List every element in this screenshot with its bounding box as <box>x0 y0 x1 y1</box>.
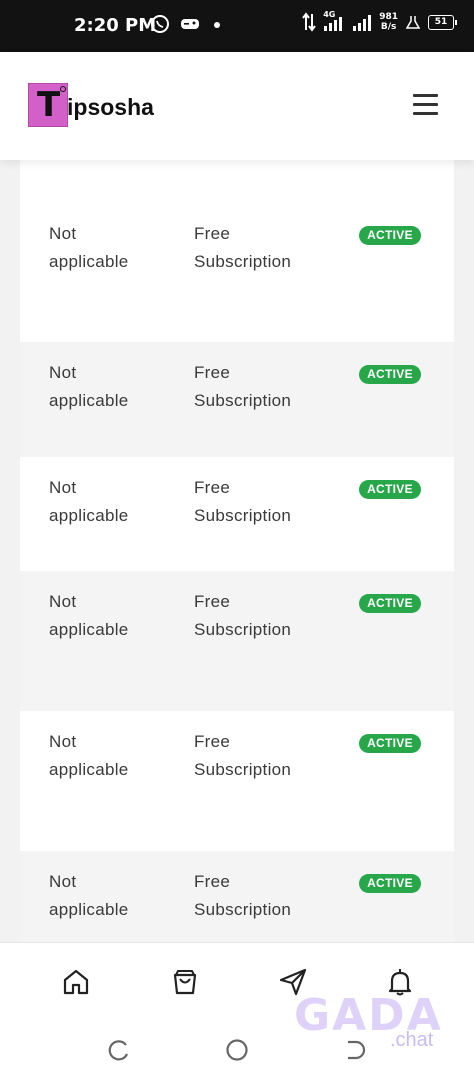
table-row: Not applicable Free Subscription ACTIVE <box>20 851 454 942</box>
card-top-partial <box>20 160 454 202</box>
status-badge: ACTIVE <box>359 594 421 613</box>
network-speed: 981 B/s <box>379 12 398 32</box>
home-icon[interactable] <box>60 966 92 998</box>
status-badge: ACTIVE <box>359 480 421 499</box>
table-row: Not applicable Free Subscription ACTIVE <box>20 711 454 851</box>
plan-cell: Not applicable <box>49 872 129 919</box>
status-time: 2:20 PM <box>74 15 157 36</box>
whatsapp-icon <box>151 15 169 33</box>
watermark-sub: .chat <box>390 1029 434 1051</box>
home-circle-icon[interactable] <box>224 1037 250 1063</box>
battery-icon: 51 <box>428 14 457 30</box>
signal-icon <box>353 15 372 31</box>
game-controller-icon <box>181 19 199 29</box>
status-badge: ACTIVE <box>359 226 421 245</box>
table-row: Not applicable Free Subscription ACTIVE <box>20 342 454 457</box>
signal-4g-icon: 4G <box>323 10 345 32</box>
logo[interactable]: T <box>28 83 68 127</box>
status-badge: ACTIVE <box>359 365 421 384</box>
bottom-nav: GADA .chat <box>0 942 474 1081</box>
notification-dot-icon <box>214 22 220 28</box>
type-cell: Free Subscription <box>194 732 292 779</box>
plan-cell: Not applicable <box>49 732 129 779</box>
type-cell: Free Subscription <box>194 872 292 919</box>
data-arrows-icon <box>302 12 317 32</box>
recents-icon[interactable] <box>106 1037 132 1063</box>
plan-cell: Not applicable <box>49 224 129 271</box>
app-header: T ipsosha <box>0 52 474 160</box>
status-badge: ACTIVE <box>359 874 421 893</box>
plan-cell: Not applicable <box>49 363 129 410</box>
shopping-bag-icon[interactable] <box>169 966 201 998</box>
table-row: Not applicable Free Subscription ACTIVE <box>20 457 454 571</box>
plan-cell: Not applicable <box>49 478 129 525</box>
logo-letter: T <box>37 85 61 125</box>
type-cell: Free Subscription <box>194 224 292 271</box>
back-icon[interactable] <box>342 1037 368 1063</box>
status-badge: ACTIVE <box>359 734 421 753</box>
status-bar: 2:20 PM 4G 981 B/s 51 <box>0 0 474 52</box>
table-row: Not applicable Free Subscription ACTIVE <box>20 202 454 342</box>
status-right: 4G 981 B/s 51 <box>302 10 457 32</box>
brand-name[interactable]: ipsosha <box>67 94 154 121</box>
table-row: Not applicable Free Subscription ACTIVE <box>20 571 454 711</box>
logo-dot <box>60 86 66 92</box>
subscription-list: Not applicable Free Subscription ACTIVE … <box>0 160 474 942</box>
type-cell: Free Subscription <box>194 478 292 525</box>
hamburger-icon[interactable] <box>413 94 438 115</box>
type-cell: Free Subscription <box>194 363 292 410</box>
type-cell: Free Subscription <box>194 592 292 639</box>
flask-icon <box>405 16 421 29</box>
plan-cell: Not applicable <box>49 592 129 639</box>
